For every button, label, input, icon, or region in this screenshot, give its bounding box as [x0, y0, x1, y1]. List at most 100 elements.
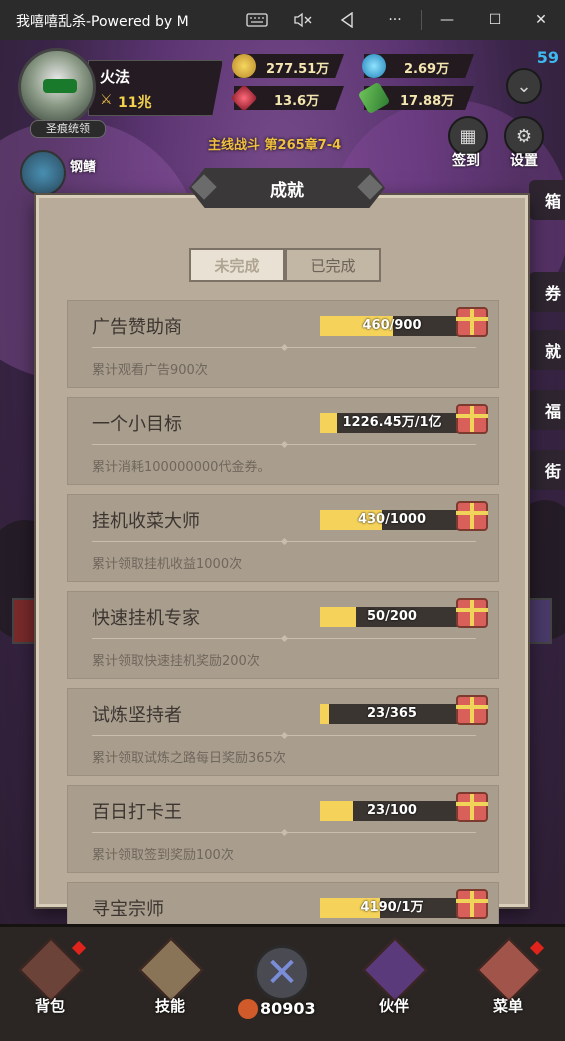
power-value: 11兆 [118, 95, 152, 111]
chevron-down-icon[interactable]: ⌄ [506, 68, 542, 104]
keyboard-icon[interactable] [234, 0, 280, 40]
crossed-swords-icon: ✕ [254, 945, 310, 1001]
progress-bar: 430/1000 [320, 510, 464, 530]
dialog-header: 成就 [189, 168, 385, 208]
side-menu-fragment[interactable]: 福 [529, 390, 565, 430]
gift-box-icon[interactable] [456, 889, 488, 919]
nav-label: 伙伴 [378, 997, 409, 1015]
progress-text: 23/100 [367, 803, 417, 818]
gift-box-icon[interactable] [456, 501, 488, 531]
divider [92, 735, 476, 736]
progress-text: 23/365 [367, 706, 417, 721]
wings-icon [362, 937, 428, 1003]
side-menu-fragment[interactable]: 就 [529, 330, 565, 370]
nav-backpack[interactable]: 背包 [14, 937, 87, 1027]
enemy-name: 钢鳍 [70, 160, 97, 175]
tab-completed[interactable]: 已完成 [285, 248, 381, 282]
gift-box-icon[interactable] [456, 695, 488, 725]
nav-label: 技能 [154, 997, 185, 1015]
divider [92, 541, 476, 542]
nav-skills[interactable]: 技能 [134, 937, 206, 1027]
side-menu-fragment[interactable]: 券 [529, 272, 565, 312]
gold-value: 277.51万 [266, 62, 330, 77]
window-title: 我嘻嘻乱杀-Powered by M [16, 14, 189, 30]
achievement-title: 广告赞助商 [92, 317, 182, 338]
progress-bar: 23/365 [320, 704, 464, 724]
nav-partners[interactable]: 伙伴 [358, 937, 430, 1027]
speaker-mute-icon[interactable] [280, 0, 326, 40]
enemy-avatar [20, 150, 66, 196]
side-menu-fragment[interactable]: 街 [529, 450, 565, 490]
right-side-card[interactable] [528, 598, 552, 644]
battle-power: 80903 [260, 999, 316, 1018]
notification-dot [71, 940, 87, 956]
diamond-icon [362, 54, 386, 78]
gift-box-icon[interactable] [456, 307, 488, 337]
more-button[interactable]: ··· [372, 0, 418, 40]
progress-bar: 4190/1万 [320, 898, 464, 918]
avatar-mask [43, 79, 77, 93]
gift-box-icon[interactable] [456, 792, 488, 822]
progress-bar: 1226.45万/1亿 [320, 413, 464, 433]
maximize-button[interactable]: ☐ [472, 0, 518, 40]
tab-incomplete[interactable]: 未完成 [189, 248, 285, 282]
scroll-icon [138, 937, 204, 1003]
player-name: 火法 [100, 68, 131, 86]
divider [92, 638, 476, 639]
achievement-title: 试炼坚持者 [92, 705, 182, 726]
achievement-card: 广告赞助商 460/900 累计观看广告900次 [67, 300, 499, 388]
game-area: 火法 ⚔ 11兆 圣痕统领 277.51万 2.69万 13.6万 17.88万… [0, 40, 565, 1041]
achievement-desc: 累计观看广告900次 [92, 363, 208, 378]
achievement-card: 一个小目标 1226.45万/1亿 累计消耗100000000代金券。 [67, 397, 499, 485]
progress-text: 50/200 [367, 609, 417, 624]
achievement-desc: 累计领取试炼之路每日奖励365次 [92, 751, 286, 766]
divider [92, 832, 476, 833]
nav-label: 菜单 [492, 997, 523, 1015]
achievement-title: 挂机收菜大师 [92, 511, 200, 532]
gift-box-icon[interactable] [456, 598, 488, 628]
achievement-title: 快速挂机专家 [92, 608, 200, 629]
achievement-card: 寻宝宗师 4190/1万 [67, 882, 499, 930]
divider [92, 444, 476, 445]
achievement-list[interactable]: 广告赞助商 460/900 累计观看广告900次 一个小目标 1226.45万/… [67, 300, 499, 930]
achievement-desc: 累计领取挂机收益1000次 [92, 557, 243, 572]
achievement-card: 挂机收菜大师 430/1000 累计领取挂机收益1000次 [67, 494, 499, 582]
side-menu-fragment[interactable]: 箱 [529, 180, 565, 220]
close-button[interactable]: ✕ [518, 0, 564, 40]
divider [92, 347, 476, 348]
ruby-value: 13.6万 [274, 94, 320, 109]
achievement-card: 百日打卡王 23/100 累计领取签到奖励100次 [67, 785, 499, 873]
dialog-title: 成就 [270, 180, 304, 201]
nav-label: 背包 [34, 997, 65, 1015]
progress-bar: 23/100 [320, 801, 464, 821]
achievement-title: 百日打卡王 [92, 802, 182, 823]
nav-menu[interactable]: 菜单 [472, 937, 545, 1027]
chapter-title: 主线战斗 第265章7-4 [208, 138, 342, 153]
diamond-value: 2.69万 [404, 62, 450, 77]
title-badge: 圣痕统领 [30, 120, 106, 138]
gift-box-icon[interactable] [456, 404, 488, 434]
achievement-title: 一个小目标 [92, 414, 182, 435]
progress-bar: 460/900 [320, 316, 464, 336]
power-orb-icon [238, 999, 258, 1019]
level-badge: 59 [536, 48, 559, 67]
bottom-nav: 背包 技能 ✕ 80903 伙伴 菜单 ID: r e0739f5163f144… [0, 924, 565, 1041]
progress-bar: 50/200 [320, 607, 464, 627]
progress-text: 430/1000 [357, 512, 427, 527]
achievement-desc: 累计领取签到奖励100次 [92, 848, 234, 863]
achievement-tabs: 未完成 已完成 [189, 248, 381, 282]
avatar[interactable] [18, 48, 96, 126]
settings-label: 设置 [510, 153, 538, 169]
back-triangle-icon[interactable] [324, 0, 370, 40]
achievement-desc: 累计消耗100000000代金券。 [92, 460, 271, 475]
notification-dot [529, 940, 545, 956]
achievement-card: 快速挂机专家 50/200 累计领取快速挂机奖励200次 [67, 591, 499, 679]
progress-text: 4190/1万 [360, 900, 424, 915]
progress-text: 1226.45万/1亿 [342, 415, 442, 430]
minimize-button[interactable]: — [424, 0, 470, 40]
player-hud[interactable]: 火法 ⚔ 11兆 圣痕统领 [18, 48, 223, 138]
titlebar-separator [421, 10, 422, 30]
battle-emblem[interactable]: ✕ 80903 [232, 937, 332, 1027]
achievement-title: 寻宝宗师 [92, 899, 164, 920]
achievement-card: 试炼坚持者 23/365 累计领取试炼之路每日奖励365次 [67, 688, 499, 776]
